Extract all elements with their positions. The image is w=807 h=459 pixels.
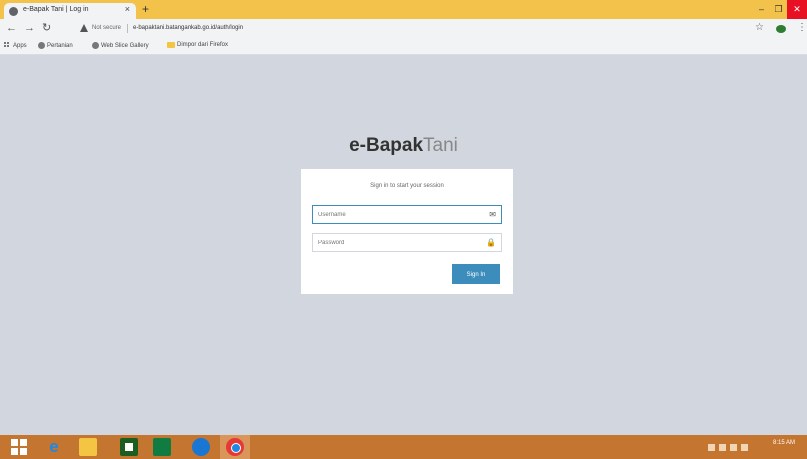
tray-icon[interactable]: [719, 443, 726, 451]
logo-bold: e-Bapak: [349, 135, 424, 156]
taskbar: e 8:15 AM: [0, 435, 807, 459]
password-field: 🔒: [312, 233, 502, 252]
bookmark-label: Dimpor dari Firefox: [177, 42, 229, 48]
sign-in-button[interactable]: Sign In: [452, 264, 500, 284]
reload-icon[interactable]: ↻: [42, 22, 51, 34]
browser-title-bar: e-Bapak Tani | Log in × + – ❐ ✕: [0, 0, 807, 19]
security-label[interactable]: Not secure: [92, 25, 121, 31]
edge-icon[interactable]: [192, 438, 210, 456]
back-icon[interactable]: ←: [6, 22, 17, 34]
page-content: e-BapakTani Sign in to start your sessio…: [0, 55, 807, 435]
bookmark-apps[interactable]: Apps: [4, 42, 27, 49]
windows-start-icon[interactable]: [11, 439, 27, 455]
username-field: ✉: [312, 205, 502, 224]
bookmark-label: Web Slice Gallery: [101, 42, 149, 49]
volume-icon[interactable]: [741, 443, 748, 451]
close-window-icon[interactable]: ✕: [787, 0, 807, 19]
tab-title: e-Bapak Tani | Log in: [23, 6, 89, 13]
browser-tab[interactable]: e-Bapak Tani | Log in ×: [4, 3, 136, 19]
system-tray: [708, 441, 748, 453]
excel-icon[interactable]: [153, 438, 171, 456]
bookmark-dimpor-dari-firefox[interactable]: Dimpor dari Firefox: [167, 42, 228, 48]
bookmark-web-slice-gallery[interactable]: Web Slice Gallery: [92, 42, 149, 49]
bookmarks-bar: Apps Pertanian Web Slice Gallery Dimpor …: [0, 39, 807, 55]
bookmark-pertanian[interactable]: Pertanian: [38, 42, 73, 49]
tray-icon[interactable]: [708, 443, 715, 451]
bookmark-label: Pertanian: [47, 42, 73, 49]
clock[interactable]: 8:15 AM: [773, 439, 795, 447]
password-input[interactable]: [313, 234, 488, 251]
username-input[interactable]: [313, 206, 488, 223]
apps-grid-icon: [4, 42, 11, 49]
chrome-icon[interactable]: [226, 438, 244, 456]
forward-icon[interactable]: →: [24, 22, 35, 34]
new-tab-icon[interactable]: +: [142, 3, 149, 15]
minimize-icon[interactable]: –: [753, 0, 770, 19]
internet-explorer-icon[interactable]: e: [45, 438, 63, 456]
browser-toolbar: ← → ↻ Not secure e-bapaktani.batangankab…: [0, 19, 807, 39]
address-bar[interactable]: e-bapaktani.batangankab.go.id/auth/login: [133, 25, 243, 31]
bookmark-label: Apps: [13, 42, 27, 49]
restore-icon[interactable]: ❐: [770, 0, 787, 19]
globe-icon: [92, 42, 99, 49]
tray-icon[interactable]: [730, 443, 737, 451]
envelope-icon: ✉: [489, 210, 496, 219]
window-controls: – ❐ ✕: [753, 0, 807, 19]
folder-icon: [167, 42, 175, 48]
url-separator: [127, 24, 128, 33]
globe-icon: [38, 42, 45, 49]
login-message: Sign in to start your session: [370, 183, 444, 189]
browser-menu-icon[interactable]: ⋮: [797, 22, 807, 34]
login-box: Sign in to start your session ✉ 🔒 Sign I…: [301, 169, 513, 294]
close-tab-icon[interactable]: ×: [125, 5, 130, 14]
globe-icon: [9, 7, 18, 16]
app-logo[interactable]: e-BapakTani: [0, 135, 807, 157]
file-explorer-icon[interactable]: [79, 438, 97, 456]
extension-icon[interactable]: [776, 25, 786, 33]
bookmark-star-icon[interactable]: ☆: [755, 22, 764, 34]
warning-icon[interactable]: [80, 24, 88, 32]
store-app-icon[interactable]: [120, 438, 138, 456]
logo-light: Tani: [423, 135, 458, 156]
lock-icon: 🔒: [486, 238, 496, 247]
